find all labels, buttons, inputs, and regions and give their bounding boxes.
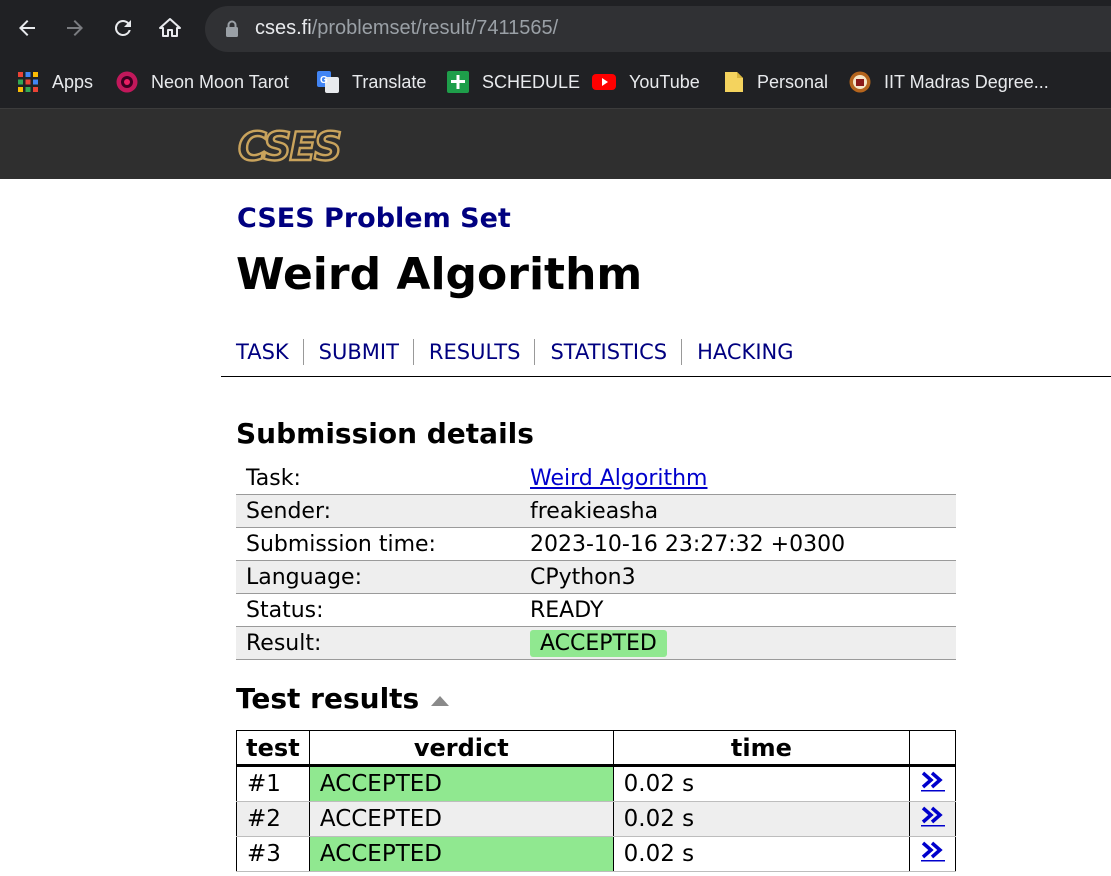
home-button[interactable]	[154, 12, 186, 44]
problem-title: Weird Algorithm	[236, 249, 643, 300]
test-results-heading-text: Test results	[236, 682, 420, 715]
test-verdict: ACCEPTED	[308, 836, 614, 872]
double-chevron-right-icon	[920, 806, 945, 827]
double-chevron-right-icon	[920, 841, 945, 862]
col-header-verdict: verdict	[308, 730, 614, 767]
test-time: 0.02 s	[612, 801, 911, 837]
nav-hacking[interactable]: HACKING	[681, 339, 807, 365]
details-key: Sender:	[236, 494, 520, 528]
details-key: Language:	[236, 560, 520, 594]
test-verdict: ACCEPTED	[308, 801, 614, 837]
iitm-icon	[849, 71, 871, 93]
bookmark-label: IIT Madras Degree...	[884, 71, 1049, 92]
details-key: Submission time:	[236, 527, 520, 561]
bookmark-personal[interactable]: Personal	[724, 70, 828, 94]
test-row: #3 ACCEPTED 0.02 s	[236, 836, 956, 872]
svg-text:CSES: CSES	[238, 127, 340, 165]
details-row-task: Task: Weird Algorithm	[236, 462, 956, 495]
test-table-header: test verdict time	[236, 730, 956, 767]
test-number: #2	[236, 801, 310, 837]
col-header-link	[909, 730, 956, 767]
main-content: CSES Problem Set Weird Algorithm TASK SU…	[0, 179, 1111, 876]
nav-divider	[221, 376, 1111, 377]
details-row-result: Result: ACCEPTED	[236, 626, 956, 660]
back-button[interactable]	[11, 12, 43, 44]
bookmark-youtube[interactable]: YouTube	[592, 70, 700, 94]
test-row: #1 ACCEPTED 0.02 s	[236, 765, 956, 802]
arrow-right-icon	[67, 20, 83, 36]
details-key: Result:	[236, 626, 520, 660]
bookmark-label: Personal	[757, 71, 829, 92]
site-header: CSES	[0, 109, 1111, 179]
test-number: #3	[236, 836, 310, 872]
nav-results[interactable]: RESULTS	[412, 339, 535, 365]
test-time: 0.02 s	[612, 765, 911, 802]
details-value: Weird Algorithm	[520, 462, 956, 495]
details-value: ACCEPTED	[520, 626, 956, 660]
lock-icon	[226, 20, 238, 37]
reload-icon	[114, 19, 131, 36]
collapse-triangle-icon[interactable]	[431, 695, 450, 706]
test-number: #1	[236, 765, 310, 802]
nav-task[interactable]: TASK	[236, 339, 303, 365]
browser-toolbar: cses.fi/problemset/result/7411565/	[0, 0, 1111, 57]
test-detail-link[interactable]	[909, 801, 956, 837]
forward-button[interactable]	[59, 12, 91, 44]
bookmark-label: YouTube	[629, 71, 700, 92]
details-row-submission-time: Submission time: 2023-10-16 23:27:32 +03…	[236, 527, 956, 561]
bookmark-neon-moon-tarot[interactable]: Neon Moon Tarot	[116, 70, 289, 94]
details-value: freakieasha	[520, 494, 956, 528]
test-time: 0.02 s	[612, 836, 911, 872]
problem-nav: TASK SUBMIT RESULTS STATISTICS HACKING	[236, 339, 808, 365]
test-verdict: ACCEPTED	[308, 765, 614, 802]
test-results-heading[interactable]: Test results	[236, 682, 450, 715]
bookmark-apps[interactable]: Apps	[17, 70, 93, 94]
google-translate-icon: G	[317, 71, 339, 93]
nav-statistics[interactable]: STATISTICS	[534, 339, 681, 365]
details-key: Task:	[236, 462, 520, 495]
bookmark-label: SCHEDULE	[482, 71, 581, 92]
details-row-sender: Sender: freakieasha	[236, 494, 956, 528]
neon-moon-tarot-icon	[116, 71, 138, 93]
details-value: CPython3	[520, 560, 956, 594]
problem-set-title[interactable]: CSES Problem Set	[237, 203, 511, 234]
details-row-status: Status: READY	[236, 593, 956, 627]
apps-grid-icon	[17, 71, 39, 93]
bookmark-label: Apps	[52, 71, 94, 92]
bookmark-label: Neon Moon Tarot	[151, 71, 289, 92]
cses-logo[interactable]: CSES	[236, 127, 376, 165]
double-chevron-right-icon	[920, 771, 945, 792]
bookmark-iit-madras[interactable]: IIT Madras Degree...	[849, 70, 1049, 94]
reload-button[interactable]	[107, 12, 139, 44]
details-value: READY	[520, 593, 956, 627]
arrow-left-icon	[19, 20, 35, 36]
sheets-icon	[447, 71, 469, 93]
bookmarks-bar: Apps Neon Moon Tarot G Translate SCHEDUL…	[0, 57, 1111, 109]
details-row-language: Language: CPython3	[236, 560, 956, 594]
col-header-time: time	[612, 730, 911, 767]
nav-submit[interactable]: SUBMIT	[302, 339, 413, 365]
bookmark-translate[interactable]: G Translate	[317, 70, 426, 94]
task-link[interactable]: Weird Algorithm	[530, 466, 707, 491]
test-detail-link[interactable]	[909, 765, 956, 802]
details-key: Status:	[236, 593, 520, 627]
details-value: 2023-10-16 23:27:32 +0300	[520, 527, 956, 561]
col-header-test: test	[236, 730, 310, 767]
bookmark-label: Translate	[352, 71, 427, 92]
youtube-icon	[592, 71, 616, 93]
submission-details-table: Task: Weird Algorithm Sender: freakieash…	[236, 462, 956, 660]
submission-details-heading: Submission details	[236, 417, 534, 450]
test-detail-link[interactable]	[909, 836, 956, 872]
test-results-table: test verdict time #1 ACCEPTED 0.02 s #2 …	[236, 730, 956, 872]
svg-text:G: G	[320, 75, 328, 86]
test-row: #2 ACCEPTED 0.02 s	[236, 801, 956, 837]
url-text: cses.fi/problemset/result/7411565/	[255, 17, 559, 39]
result-badge: ACCEPTED	[530, 629, 667, 657]
address-bar[interactable]: cses.fi/problemset/result/7411565/	[205, 6, 1111, 52]
folder-icon	[724, 71, 744, 93]
home-icon	[159, 18, 181, 37]
bookmark-schedule[interactable]: SCHEDULE	[447, 70, 580, 94]
